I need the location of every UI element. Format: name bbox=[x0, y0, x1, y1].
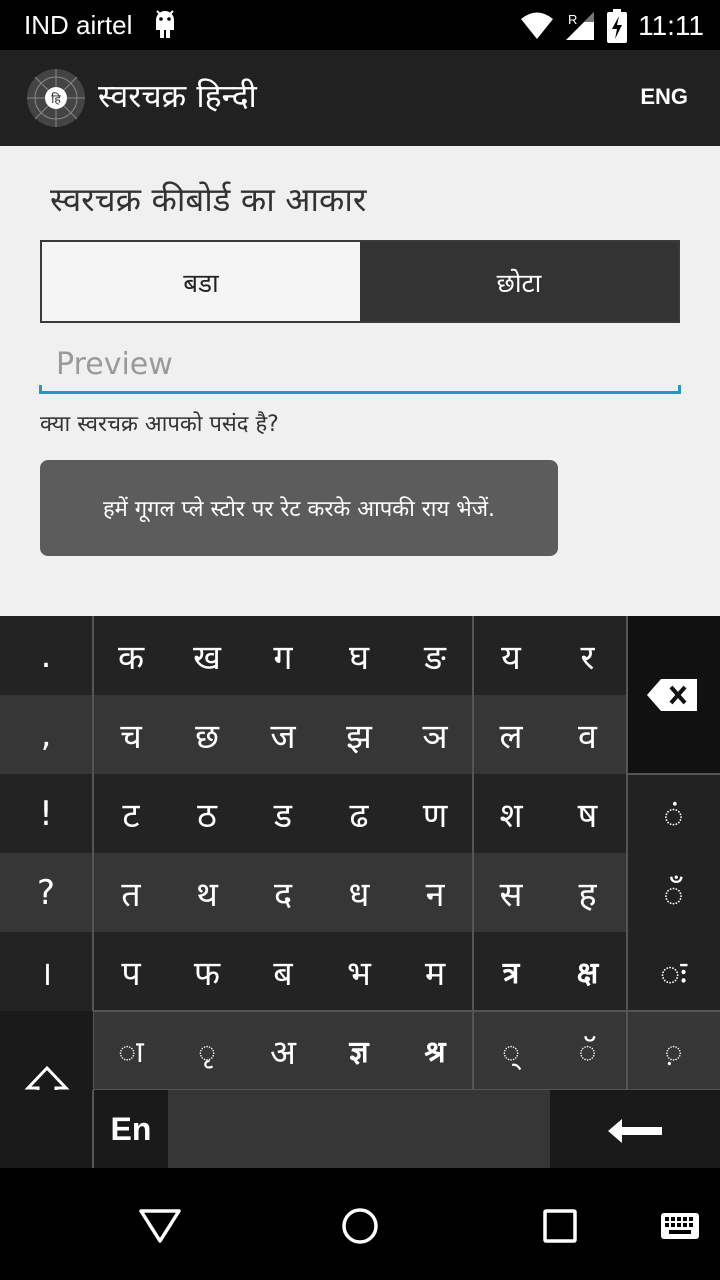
key-period[interactable]: . bbox=[0, 616, 92, 695]
recents-button[interactable] bbox=[530, 1204, 590, 1248]
key-consonant[interactable]: ड bbox=[245, 774, 321, 853]
status-icons: R 11:11 bbox=[520, 8, 704, 44]
key-consonant[interactable]: ङ bbox=[397, 616, 473, 695]
key-conjunct[interactable]: ज्ञ bbox=[321, 1011, 397, 1090]
keyboard-switch-button[interactable] bbox=[650, 1204, 710, 1248]
key-consonant[interactable]: ब bbox=[245, 932, 321, 1011]
recents-square-icon bbox=[543, 1209, 577, 1243]
swarachakra-keyboard: . , ! ? । क ख ग घ ङ य र च छ ज झ ञ ल व ट … bbox=[0, 616, 720, 1168]
key-consonant[interactable]: प bbox=[93, 932, 169, 1011]
size-option-big[interactable]: बडा bbox=[42, 242, 360, 321]
wifi-icon bbox=[521, 12, 554, 39]
key-consonant[interactable]: ण bbox=[397, 774, 473, 853]
key-consonant[interactable]: ग bbox=[245, 616, 321, 695]
key-consonant[interactable]: भ bbox=[321, 932, 397, 1011]
navigation-bar bbox=[0, 1168, 720, 1280]
keyboard-size-heading: स्वरचक्र कीबोर्ड का आकार bbox=[50, 180, 367, 219]
key-consonant[interactable]: त bbox=[93, 853, 169, 932]
key-exclamation[interactable]: ! bbox=[0, 774, 92, 853]
roaming-label: R bbox=[568, 12, 577, 27]
back-triangle-icon bbox=[139, 1209, 181, 1243]
swarachakra-logo-icon: हि bbox=[27, 69, 85, 127]
key-danda[interactable]: । bbox=[0, 932, 92, 1011]
key-consonant[interactable]: घ bbox=[321, 616, 397, 695]
size-option-small[interactable]: छोटा bbox=[360, 242, 678, 321]
preview-underline-right-tick bbox=[678, 385, 681, 394]
key-vowel-a[interactable]: अ bbox=[245, 1011, 321, 1090]
like-question: क्या स्वरचक्र आपको पसंद है? bbox=[40, 412, 279, 437]
rate-on-play-store-button[interactable]: हमें गूगल प्ले स्टोर पर रेट करके आपकी रा… bbox=[40, 460, 558, 556]
back-button[interactable] bbox=[130, 1204, 190, 1248]
key-conjunct[interactable]: क्ष bbox=[549, 932, 626, 1011]
home-circle-icon bbox=[342, 1208, 378, 1244]
home-button[interactable] bbox=[330, 1204, 390, 1248]
english-switch-key[interactable]: En bbox=[94, 1090, 168, 1168]
key-consonant[interactable]: ह bbox=[549, 853, 626, 932]
key-consonant[interactable]: म bbox=[397, 932, 473, 1011]
preview-underline-left-tick bbox=[39, 385, 42, 394]
key-visarga[interactable]: ◌ः bbox=[627, 932, 720, 1011]
app-bar: हि स्वरचक्र हिन्दी ENG bbox=[0, 50, 720, 146]
key-anusvara[interactable]: ◌ं bbox=[627, 774, 720, 853]
clock: 11:11 bbox=[638, 10, 704, 41]
key-question[interactable]: ? bbox=[0, 853, 92, 932]
key-consonant[interactable]: ल bbox=[473, 695, 549, 774]
key-consonant[interactable]: ञ bbox=[397, 695, 473, 774]
key-nukta[interactable]: ◌़ bbox=[627, 1011, 720, 1090]
app-title: स्वरचक्र हिन्दी bbox=[98, 77, 257, 115]
status-bar: IND airtel R 11:11 bbox=[0, 0, 720, 50]
backspace-key[interactable] bbox=[627, 616, 720, 774]
key-consonant[interactable]: थ bbox=[169, 853, 245, 932]
key-consonant[interactable]: व bbox=[549, 695, 626, 774]
logo-glyph: हि bbox=[51, 92, 61, 106]
preview-field-container bbox=[39, 342, 681, 394]
key-consonant[interactable]: ज bbox=[245, 695, 321, 774]
enter-arrow-icon bbox=[608, 1119, 662, 1143]
enter-key[interactable] bbox=[550, 1090, 720, 1168]
key-consonant[interactable]: क bbox=[93, 616, 169, 695]
keyboard-bottom-row: En bbox=[0, 1090, 720, 1168]
key-consonant[interactable]: च bbox=[93, 695, 169, 774]
android-notification-icon bbox=[156, 10, 174, 38]
key-consonant[interactable]: ढ bbox=[321, 774, 397, 853]
key-consonant[interactable]: य bbox=[473, 616, 549, 695]
key-consonant[interactable]: फ bbox=[169, 932, 245, 1011]
preview-input[interactable] bbox=[56, 342, 656, 386]
key-halant[interactable]: ◌् bbox=[473, 1011, 549, 1090]
key-consonant[interactable]: ध bbox=[321, 853, 397, 932]
backspace-icon bbox=[647, 679, 697, 711]
key-consonant[interactable]: स bbox=[473, 853, 549, 932]
battery-charging-icon bbox=[607, 9, 628, 43]
cell-signal-icon: R bbox=[566, 12, 595, 40]
key-conjunct[interactable]: त्र bbox=[473, 932, 549, 1011]
english-language-button[interactable]: ENG bbox=[640, 84, 688, 110]
key-ri-matra[interactable]: ◌ृ bbox=[169, 1011, 245, 1090]
key-candra[interactable]: ◌ॅ bbox=[549, 1011, 626, 1090]
key-comma[interactable]: , bbox=[0, 695, 92, 774]
keyboard-size-toggle: बडा छोटा bbox=[40, 240, 680, 323]
carrier-name: IND airtel bbox=[24, 10, 133, 40]
settings-content: स्वरचक्र कीबोर्ड का आकार बडा छोटा क्या स… bbox=[0, 146, 720, 616]
key-consonant[interactable]: छ bbox=[169, 695, 245, 774]
key-consonant[interactable]: न bbox=[397, 853, 473, 932]
key-conjunct[interactable]: श्र bbox=[397, 1011, 473, 1090]
key-consonant[interactable]: श bbox=[473, 774, 549, 853]
key-consonant[interactable]: ठ bbox=[169, 774, 245, 853]
key-consonant[interactable]: झ bbox=[321, 695, 397, 774]
key-consonant[interactable]: ष bbox=[549, 774, 626, 853]
key-aa-matra[interactable]: ◌ा bbox=[93, 1011, 169, 1090]
keyboard-icon bbox=[661, 1213, 699, 1239]
space-key[interactable] bbox=[168, 1090, 550, 1168]
key-chandrabindu[interactable]: ◌ँ bbox=[627, 853, 720, 932]
key-consonant[interactable]: ट bbox=[93, 774, 169, 853]
key-consonant[interactable]: र bbox=[549, 616, 626, 695]
key-consonant[interactable]: द bbox=[245, 853, 321, 932]
key-consonant[interactable]: ख bbox=[169, 616, 245, 695]
